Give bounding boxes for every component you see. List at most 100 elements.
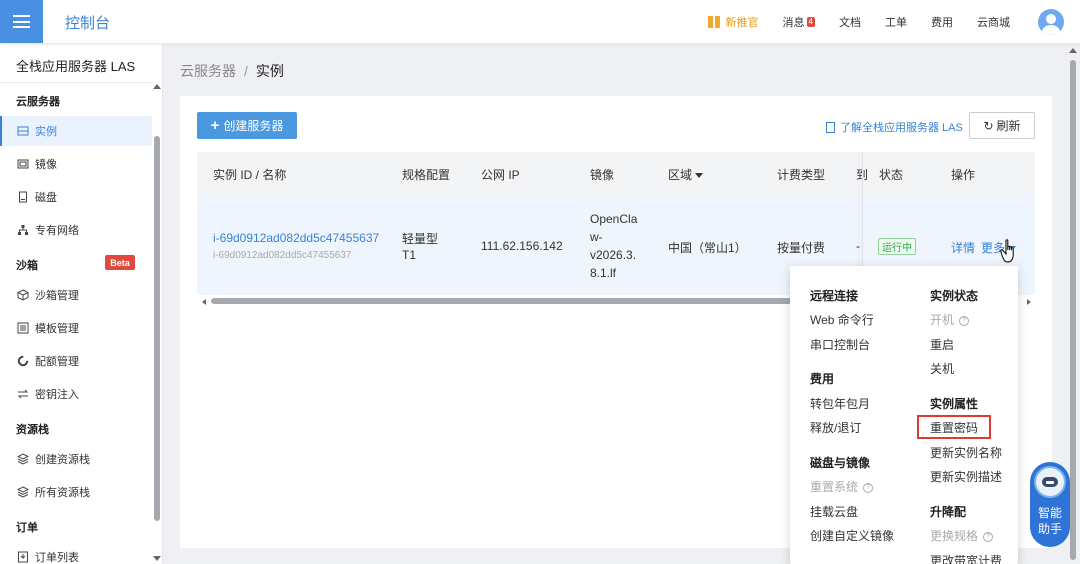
spec-type: 轻量型 (402, 232, 439, 246)
menu-heading-upgrade: 升降配 (930, 505, 967, 519)
menu-icon[interactable] (0, 0, 43, 43)
order-icon (17, 551, 29, 563)
nav-tickets[interactable]: 工单 (885, 14, 907, 30)
menu-heading-fees: 费用 (810, 372, 835, 386)
console-brand[interactable]: 控制台 (65, 12, 110, 33)
sidebar-item-key-injection[interactable]: 密钥注入 (0, 379, 152, 409)
create-server-button[interactable]: + 创建服务器 (197, 112, 297, 139)
sidebar-item-images[interactable]: 镜像 (0, 149, 152, 179)
template-icon (17, 322, 29, 334)
document-icon (826, 121, 835, 133)
sidebar-item-order-list[interactable]: 订单列表 (0, 542, 152, 564)
nav-fees[interactable]: 费用 (931, 14, 953, 30)
learn-las-link[interactable]: 了解全栈应用服务器 LAS (826, 119, 963, 135)
breadcrumb-parent[interactable]: 云服务器 (180, 63, 236, 79)
menu-heading-remote: 远程连接 (810, 289, 859, 303)
col-header-spec: 规格配置 (402, 168, 451, 182)
sidebar-item-template-mgmt[interactable]: 模板管理 (0, 313, 152, 343)
avatar[interactable] (1038, 9, 1064, 35)
image-name-line: w- (590, 230, 603, 244)
nav-marketplace[interactable]: 云商城 (977, 14, 1010, 30)
help-icon[interactable]: ? (959, 315, 970, 326)
top-bar: 控制台 新推官 消息 4 文档 工单 费用 云商城 (0, 0, 1080, 44)
nav-promo[interactable]: 新推官 (707, 14, 759, 30)
server-icon (17, 125, 29, 137)
sidebar-item-label: 镜像 (35, 159, 57, 171)
col-header-region-label: 区域 (668, 168, 693, 182)
col-header-public-ip: 公网 IP (481, 168, 520, 182)
sidebar-item-instances[interactable]: 实例 (0, 116, 152, 146)
menu-item-change-bandwidth-billing[interactable]: 更改带宽计费 (930, 552, 1002, 564)
sidebar-item-vpc[interactable]: 专有网络 (0, 215, 152, 245)
message-count-badge: 4 (806, 17, 815, 27)
col-header-billing: 计费类型 (777, 168, 826, 182)
sidebar-item-label: 实例 (35, 126, 57, 138)
sidebar-item-label: 密钥注入 (35, 389, 79, 401)
assistant-label: 智能 助手 (1030, 505, 1070, 537)
menu-item-web-shell[interactable]: Web 命令行 (810, 311, 874, 328)
menu-item-reset-system: 重置系统? (810, 478, 874, 495)
nav-messages[interactable]: 消息 4 (783, 14, 815, 30)
menu-item-change-spec: 更换规格? (930, 527, 994, 544)
breadcrumb: 云服务器 / 实例 (180, 61, 284, 81)
network-icon (17, 224, 29, 236)
menu-item-attach-disk[interactable]: 挂载云盘 (810, 503, 858, 520)
refresh-icon: ↻ (983, 118, 994, 133)
menu-item-restart[interactable]: 重启 (930, 336, 954, 353)
sidebar-item-label: 磁盘 (35, 192, 57, 204)
menu-item-start: 开机? (930, 311, 970, 328)
sidebar-item-label: 模板管理 (35, 323, 79, 335)
create-server-label: 创建服务器 (223, 119, 284, 133)
menu-heading-disk-image: 磁盘与镜像 (810, 456, 871, 470)
menu-item-release[interactable]: 释放/退订 (810, 419, 861, 436)
menu-item-serial-console[interactable]: 串口控制台 (810, 336, 870, 353)
menu-item-convert-subscription[interactable]: 转包年包月 (810, 395, 870, 412)
sidebar-group-resource-stack: 资源栈 (16, 424, 49, 436)
beta-badge: Beta (105, 255, 135, 270)
assistant-label-line2: 助手 (1037, 522, 1062, 536)
image-name-line: v2026.3. (590, 248, 637, 262)
refresh-button[interactable]: ↻ 刷新 (969, 112, 1035, 139)
sidebar-item-disks[interactable]: 磁盘 (0, 182, 152, 212)
sidebar-item-sandbox-mgmt[interactable]: 沙箱管理 (0, 280, 152, 310)
ai-assistant-button[interactable]: 智能 助手 (1030, 462, 1070, 547)
sidebar-divider (0, 82, 152, 83)
col-header-image: 镜像 (590, 168, 615, 182)
col-header-region[interactable]: 区域 (668, 166, 704, 183)
col-header-id-name: 实例 ID / 名称 (213, 168, 287, 182)
cube-icon (17, 289, 29, 301)
menu-item-label: 重置系统 (810, 480, 859, 494)
robot-icon (1034, 466, 1066, 498)
assistant-label-line1: 智能 (1037, 506, 1062, 520)
sidebar-item-label: 配额管理 (35, 356, 79, 368)
layers-icon (17, 486, 29, 498)
sidebar-item-label: 订单列表 (35, 552, 79, 564)
instance-name: i-69d0912ad082dd5c47455637 (213, 250, 352, 261)
region: 中国（常山1） (668, 241, 747, 255)
sidebar-scrollbar[interactable] (153, 84, 161, 564)
nav-docs[interactable]: 文档 (839, 14, 861, 30)
billing-type: 按量付费 (777, 241, 826, 255)
sidebar-item-create-stack[interactable]: 创建资源栈 (0, 444, 152, 474)
top-nav: 新推官 消息 4 文档 工单 费用 云商城 (684, 0, 1010, 44)
sidebar-title: 全栈应用服务器 LAS (16, 59, 136, 74)
sidebar-item-quota-mgmt[interactable]: 配额管理 (0, 346, 152, 376)
spec-size: T1 (402, 248, 417, 262)
filter-icon[interactable] (695, 173, 704, 179)
truncated-cell: - (856, 239, 860, 253)
menu-item-label: 更换规格 (930, 529, 979, 543)
help-icon[interactable]: ? (983, 531, 994, 542)
help-icon[interactable]: ? (863, 482, 874, 493)
menu-item-update-description[interactable]: 更新实例描述 (930, 468, 1002, 485)
sidebar-item-all-stacks[interactable]: 所有资源栈 (0, 477, 152, 507)
menu-item-create-image[interactable]: 创建自定义镜像 (810, 527, 894, 544)
page-scrollbar[interactable] (1069, 48, 1077, 564)
col-header-actions: 操作 (951, 168, 976, 182)
detail-link[interactable]: 详情 (951, 239, 975, 256)
disk-icon (17, 191, 29, 203)
instance-id-link[interactable]: i-69d0912ad082dd5c47455637 (213, 231, 379, 245)
menu-item-shutdown[interactable]: 关机 (930, 360, 954, 377)
sidebar-group-cloud-server: 云服务器 (16, 96, 60, 108)
menu-item-update-name[interactable]: 更新实例名称 (930, 444, 1002, 461)
menu-heading-attrs: 实例属性 (930, 397, 979, 411)
